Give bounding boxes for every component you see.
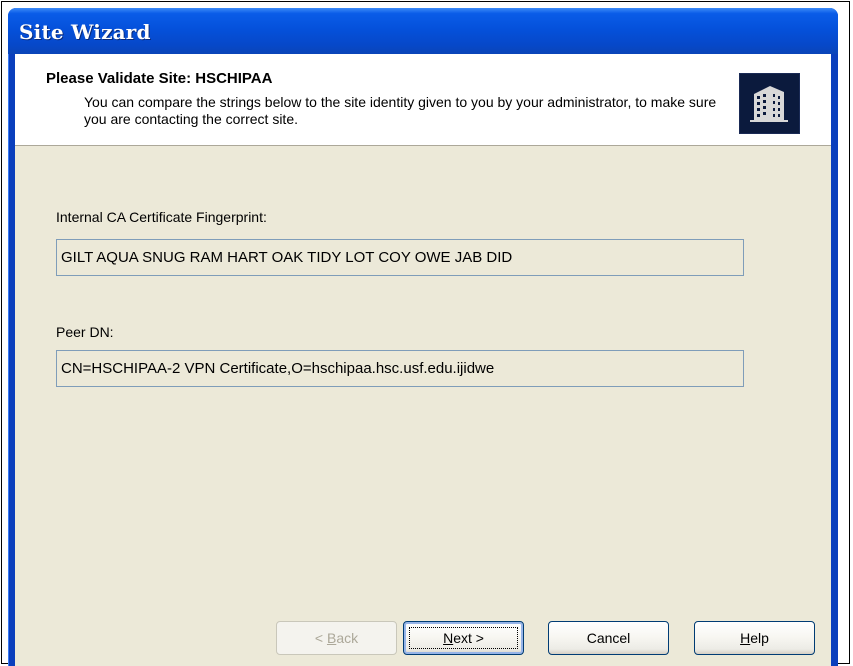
peer-dn-field[interactable]: CN=HSCHIPAA-2 VPN Certificate,O=hschipaa… bbox=[56, 350, 744, 387]
help-label-suffix: elp bbox=[750, 630, 769, 646]
wizard-header: Please Validate Site: HSCHIPAA You can c… bbox=[15, 54, 831, 146]
back-label-accel: B bbox=[326, 630, 337, 646]
fingerprint-field[interactable]: GILT AQUA SNUG RAM HART OAK TIDY LOT COY… bbox=[56, 239, 744, 276]
help-label-accel: H bbox=[740, 630, 751, 646]
cancel-button[interactable]: Cancel bbox=[548, 621, 669, 655]
next-button[interactable]: Next > bbox=[403, 621, 524, 655]
page: Site Wizard Please Validate Site: HSCHIP… bbox=[0, 0, 853, 666]
site-wizard-window: Site Wizard Please Validate Site: HSCHIP… bbox=[8, 8, 838, 666]
back-label-suffix: ack bbox=[336, 630, 359, 646]
fingerprint-label: Internal CA Certificate Fingerprint: bbox=[56, 209, 267, 225]
page-title: Please Validate Site: HSCHIPAA bbox=[46, 70, 273, 87]
back-button[interactable]: < Back bbox=[276, 621, 397, 655]
focus-ring bbox=[409, 627, 518, 649]
page-description: You can compare the strings below to the… bbox=[84, 94, 717, 127]
building-icon bbox=[739, 73, 800, 134]
peer-dn-label: Peer DN: bbox=[56, 324, 114, 340]
back-label-prefix: < bbox=[314, 630, 327, 646]
title-bar[interactable]: Site Wizard bbox=[8, 8, 838, 54]
dialog-body: Please Validate Site: HSCHIPAA You can c… bbox=[15, 54, 831, 666]
window-title: Site Wizard bbox=[19, 20, 151, 44]
help-button[interactable]: Help bbox=[694, 621, 815, 655]
